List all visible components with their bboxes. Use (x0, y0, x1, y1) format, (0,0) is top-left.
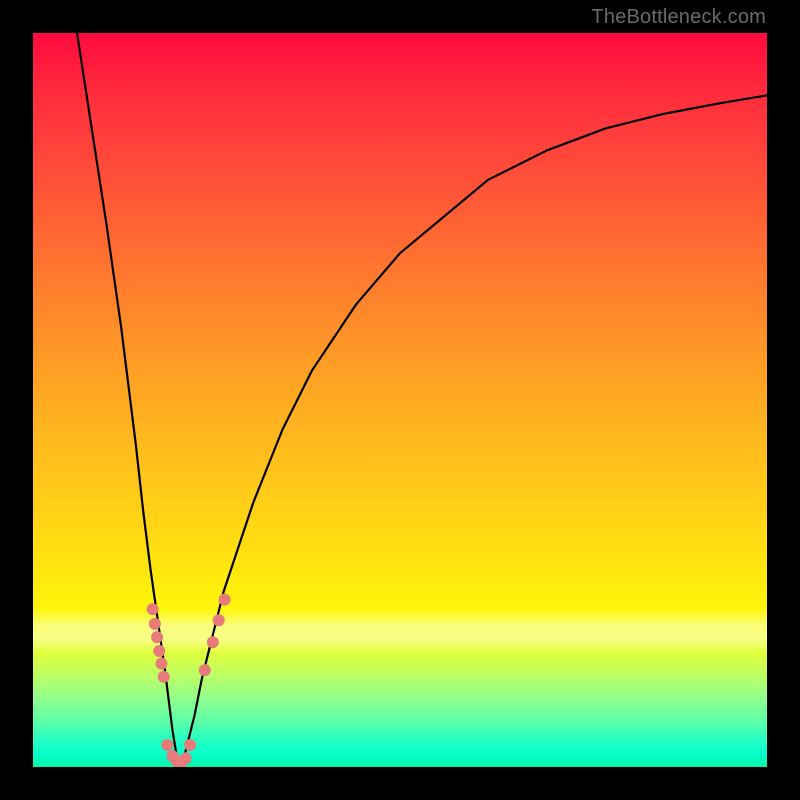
highlighted-points (147, 594, 231, 767)
marker-dot (158, 671, 170, 683)
marker-dot (153, 645, 165, 657)
curve-layer (33, 33, 767, 767)
marker-dot (184, 739, 196, 751)
marker-dot (147, 603, 159, 615)
plot-area (33, 33, 767, 767)
marker-dot (151, 631, 163, 643)
marker-dot (219, 594, 231, 606)
bottleneck-curve (77, 33, 767, 767)
marker-dot (207, 636, 219, 648)
chart-frame: TheBottleneck.com (0, 0, 800, 800)
marker-dot (180, 752, 192, 764)
marker-dot (149, 618, 161, 630)
marker-dot (199, 664, 211, 676)
marker-dot (213, 614, 225, 626)
marker-dot (155, 658, 167, 670)
marker-dot (161, 739, 173, 751)
attribution-text: TheBottleneck.com (591, 6, 766, 29)
